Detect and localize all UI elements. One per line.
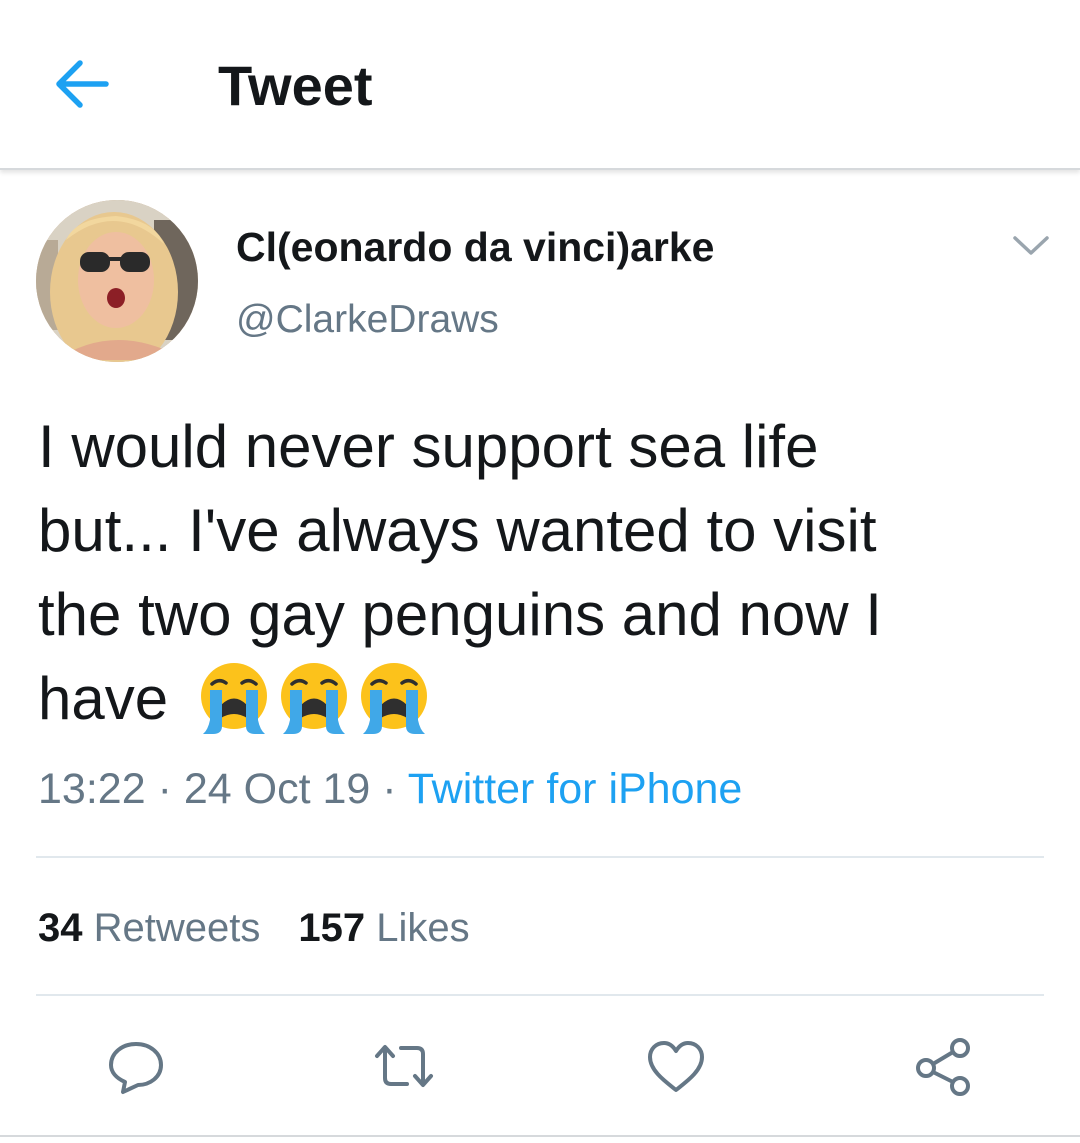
share-icon bbox=[916, 1038, 970, 1096]
crying-face-emoji bbox=[361, 663, 427, 734]
reply-button[interactable] bbox=[104, 1034, 168, 1098]
likes-count: 157 bbox=[298, 906, 366, 950]
meta-separator: · bbox=[382, 765, 397, 813]
tweet-line: but... I've always wanted to visit bbox=[38, 497, 877, 564]
tweet-time: 13:22 bbox=[38, 765, 146, 813]
bottom-divider bbox=[0, 1135, 1080, 1137]
retweets-count: 34 bbox=[38, 906, 83, 950]
crying-face-emoji bbox=[281, 663, 347, 734]
tweet-source-link[interactable]: Twitter for iPhone bbox=[408, 765, 743, 813]
like-button[interactable] bbox=[644, 1034, 708, 1098]
likes-stat[interactable]: 157 Likes bbox=[298, 904, 469, 952]
tweet-line: the two gay penguins and now I bbox=[38, 581, 882, 648]
retweets-label: Retweets bbox=[93, 906, 261, 950]
tweet-meta: 13:22 · 24 Oct 19 · Twitter for iPhone bbox=[38, 764, 742, 814]
tweet-stats: 34 Retweets 157 Likes bbox=[38, 904, 470, 952]
tweet-line: I would never support sea life bbox=[38, 413, 819, 480]
chevron-down-icon bbox=[1013, 236, 1049, 255]
retweets-stat[interactable]: 34 Retweets bbox=[38, 904, 260, 952]
tweet-options-button[interactable] bbox=[1008, 228, 1054, 264]
tweet-date: 24 Oct 19 bbox=[183, 765, 371, 813]
tweet-line: have bbox=[38, 665, 169, 732]
tweet-text: I would never support sea life but... I'… bbox=[38, 405, 1048, 741]
reply-icon bbox=[109, 1042, 163, 1094]
heart-icon bbox=[648, 1041, 704, 1092]
profile-photo bbox=[36, 200, 198, 362]
crying-face-emoji bbox=[201, 663, 267, 734]
author-display-name[interactable]: Cl(eonardo da vinci)arke bbox=[236, 224, 714, 270]
retweet-button[interactable] bbox=[372, 1034, 436, 1098]
likes-label: Likes bbox=[376, 906, 470, 950]
meta-separator: · bbox=[157, 765, 172, 813]
arrow-left-icon bbox=[56, 60, 109, 108]
share-button[interactable] bbox=[912, 1034, 976, 1098]
avatar[interactable] bbox=[36, 200, 198, 362]
divider bbox=[36, 994, 1044, 996]
page-title: Tweet bbox=[218, 54, 373, 117]
app-header: Tweet bbox=[0, 0, 1080, 170]
author-handle[interactable]: @ClarkeDraws bbox=[236, 298, 499, 342]
retweet-icon bbox=[375, 1045, 433, 1087]
divider bbox=[36, 856, 1044, 858]
back-button[interactable] bbox=[52, 58, 112, 110]
